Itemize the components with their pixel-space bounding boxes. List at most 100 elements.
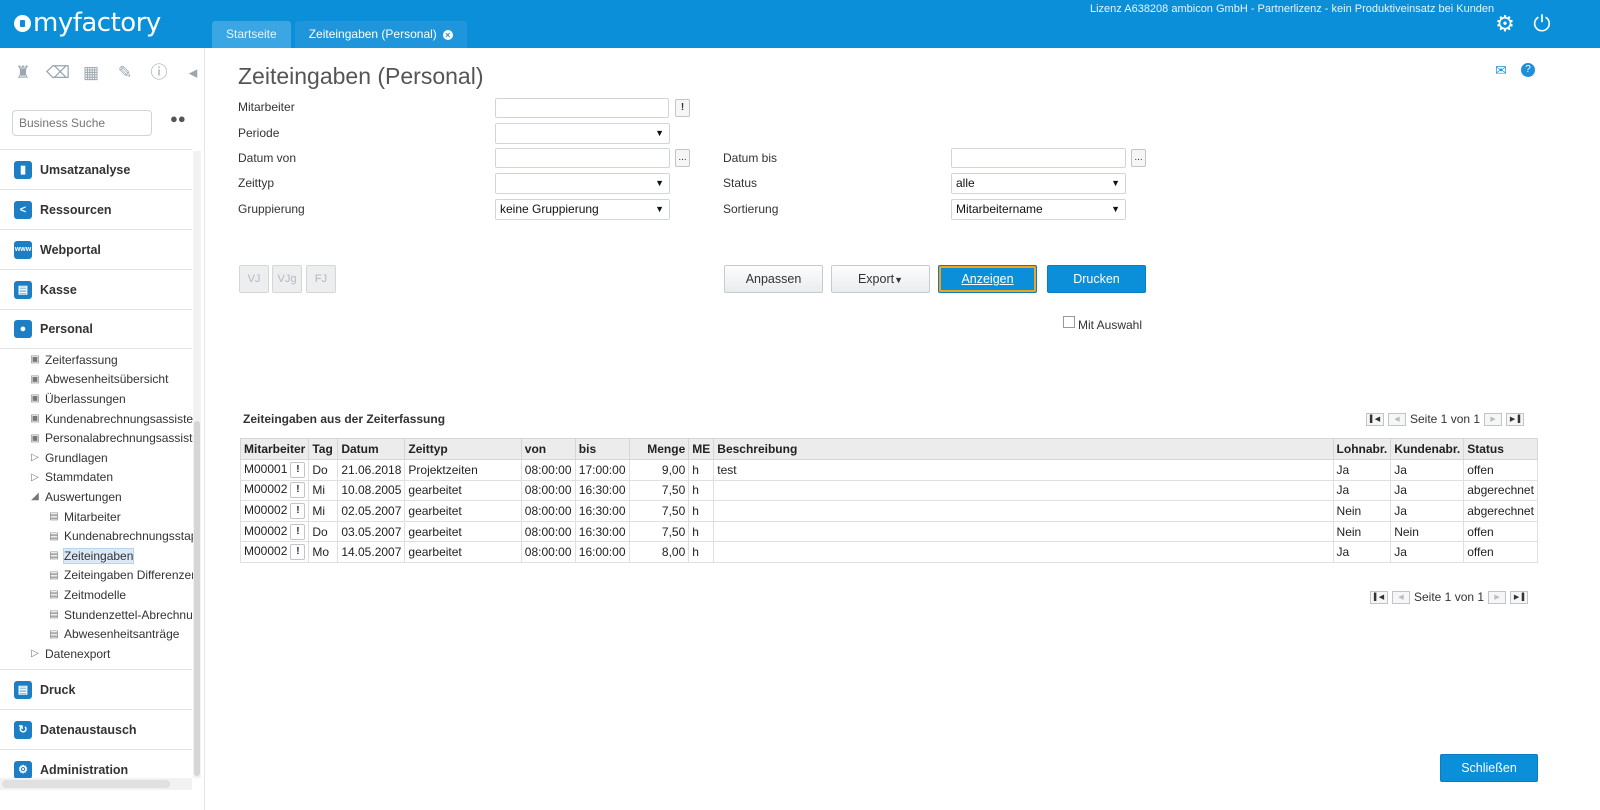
sidebar-hscrollbar[interactable] bbox=[0, 778, 192, 790]
scrollbar-thumb[interactable] bbox=[2, 780, 170, 788]
power-icon[interactable]: ⏻ bbox=[1530, 12, 1554, 36]
sidebar-section-druck[interactable]: ▤ Druck bbox=[0, 669, 192, 709]
schliessen-button[interactable]: Schließen bbox=[1440, 754, 1538, 782]
row-detail-button[interactable]: ! bbox=[290, 482, 306, 499]
gruppierung-select[interactable]: keine Gruppierung ▼ bbox=[495, 199, 670, 220]
sidebar-tree-item[interactable]: ◢ Auswertungen bbox=[0, 487, 194, 507]
sidebar-section-ressourcen[interactable]: < Ressourcen bbox=[0, 189, 192, 229]
sidebar-section-personal[interactable]: ● Personal bbox=[0, 309, 192, 349]
first-page-button[interactable]: ▌◀ bbox=[1370, 590, 1388, 604]
collapse-icon[interactable]: ◂ bbox=[182, 62, 204, 84]
close-icon[interactable]: × bbox=[442, 29, 453, 40]
export-button[interactable]: Export▼ bbox=[831, 265, 930, 293]
sidebar-section-datenaustausch[interactable]: ↻ Datenaustausch bbox=[0, 709, 192, 749]
search-options-icon[interactable]: ●● bbox=[170, 111, 186, 126]
mit-auswahl-checkbox[interactable] bbox=[1063, 316, 1075, 328]
prev-page-button[interactable]: ◀ bbox=[1392, 590, 1410, 604]
sidebar-section-webportal[interactable]: www Webportal bbox=[0, 229, 192, 269]
cell-value: h bbox=[692, 483, 699, 498]
column-header[interactable]: Zeittyp bbox=[404, 438, 522, 460]
sidebar-scrollbar[interactable] bbox=[193, 151, 201, 778]
scrollbar-thumb[interactable] bbox=[194, 421, 200, 776]
sidebar-tree-item[interactable]: ▤ Mitarbeiter bbox=[0, 507, 194, 527]
table-row[interactable]: M00002! Mi 10.08.2005 gearbeitet 08:00:00 16:… bbox=[239, 479, 1538, 502]
calendar-icon[interactable]: ▦ bbox=[80, 62, 102, 84]
share-icon: < bbox=[14, 200, 32, 219]
sidebar-tree-item[interactable]: ▷ Datenexport bbox=[0, 644, 194, 664]
periode-select[interactable]: ▼ bbox=[495, 123, 670, 144]
column-header[interactable]: Menge bbox=[628, 438, 690, 460]
last-page-button[interactable]: ▶▐ bbox=[1506, 412, 1525, 426]
column-header[interactable]: ME bbox=[688, 438, 715, 460]
eraser-icon[interactable]: ⌫ bbox=[46, 62, 70, 84]
prev-page-button[interactable]: ◀ bbox=[1388, 412, 1406, 426]
sortierung-select[interactable]: Mitarbeitername ▼ bbox=[951, 199, 1126, 220]
row-detail-button[interactable]: ! bbox=[290, 523, 306, 540]
column-header[interactable]: bis bbox=[574, 438, 630, 460]
datum-von-picker-button[interactable]: ... bbox=[675, 149, 690, 167]
sidebar-tree-item[interactable]: ▤ Stundenzettel-Abrechnung bbox=[0, 605, 194, 625]
column-header[interactable]: Mitarbeiter bbox=[239, 438, 310, 460]
status-select[interactable]: alle ▼ bbox=[951, 173, 1126, 194]
row-detail-button[interactable]: ! bbox=[290, 502, 306, 519]
datum-von-input[interactable] bbox=[495, 148, 670, 168]
business-search-input[interactable] bbox=[12, 110, 152, 136]
anpassen-button[interactable]: Anpassen bbox=[724, 265, 823, 293]
column-header[interactable]: Datum bbox=[337, 438, 406, 460]
form-icon: ▣ bbox=[30, 432, 40, 444]
sidebar-tree-item[interactable]: ▤ Zeiteingaben Differenzen bbox=[0, 566, 194, 586]
column-header[interactable]: Status bbox=[1463, 438, 1538, 460]
first-page-button[interactable]: ▌◀ bbox=[1366, 412, 1384, 426]
column-header[interactable]: Kundenabr. bbox=[1390, 438, 1465, 460]
drucken-button[interactable]: Drucken bbox=[1047, 265, 1146, 293]
sidebar-tree-item[interactable]: ▣ Personalabrechnungsassistent bbox=[0, 428, 194, 448]
mitarbeiter-lookup-button[interactable]: ! bbox=[675, 99, 690, 117]
column-header[interactable]: Tag bbox=[308, 438, 339, 460]
info-icon[interactable]: ⓘ bbox=[148, 62, 170, 84]
last-page-button[interactable]: ▶▐ bbox=[1510, 590, 1529, 604]
vjg-button[interactable]: VJg bbox=[272, 265, 302, 293]
tree-item-label: Zeiteingaben bbox=[62, 547, 135, 564]
tab-startseite[interactable]: Startseite bbox=[212, 21, 291, 48]
tab-zeiteingaben[interactable]: Zeiteingaben (Personal) × bbox=[294, 21, 467, 48]
table-cell bbox=[713, 520, 1334, 543]
sidebar-tree-item[interactable]: ▤ Kundenabrechnungsstapel bbox=[0, 526, 194, 546]
table-row[interactable]: M00001! Do 21.06.2018 Projektzeiten 08:00:00… bbox=[239, 459, 1538, 481]
mitarbeiter-input[interactable] bbox=[495, 98, 669, 118]
gear-icon[interactable]: ⚙ bbox=[1493, 12, 1517, 36]
sidebar-section-kasse[interactable]: ▤ Kasse bbox=[0, 269, 192, 309]
sidebar-tree-item[interactable]: ▤ Zeitmodelle bbox=[0, 585, 194, 605]
table-row[interactable]: M00002! Do 03.05.2007 gearbeitet 08:00:00 16:… bbox=[239, 520, 1538, 543]
help-icon[interactable]: ? bbox=[1521, 63, 1535, 77]
mail-icon[interactable]: ✉ bbox=[1493, 62, 1509, 78]
tree-item-label: Datenexport bbox=[45, 646, 111, 661]
sidebar-tree: ▣ Zeiterfassung ▣ Abwesenheitsübersicht ▣ Übe… bbox=[0, 350, 194, 664]
column-header[interactable]: Lohnabr. bbox=[1332, 438, 1392, 460]
vj-button[interactable]: VJ bbox=[239, 265, 269, 293]
table-row[interactable]: M00002! Mi 02.05.2007 gearbeitet 08:00:00 16:… bbox=[239, 500, 1538, 522]
datum-bis-picker-button[interactable]: ... bbox=[1131, 149, 1146, 167]
row-detail-button[interactable]: ! bbox=[290, 544, 306, 561]
sidebar-tree-item[interactable]: ▷ Stammdaten bbox=[0, 468, 194, 488]
sidebar-section-umsatzanalyse[interactable]: ▮ Umsatzanalyse bbox=[0, 149, 192, 189]
sidebar-tree-item[interactable]: ▣ Zeiterfassung bbox=[0, 350, 194, 370]
fj-button[interactable]: FJ bbox=[306, 265, 336, 293]
column-header[interactable]: Beschreibung bbox=[713, 438, 1334, 460]
cell-value: 16:30:00 bbox=[578, 503, 626, 518]
sidebar-tree-item[interactable]: ▣ Kundenabrechnungsassistent bbox=[0, 409, 194, 429]
pin-icon[interactable]: ♜ bbox=[12, 62, 34, 84]
next-page-button[interactable]: ▶ bbox=[1484, 412, 1503, 426]
row-detail-button[interactable]: ! bbox=[290, 461, 306, 478]
anzeigen-button[interactable]: Anzeigen bbox=[938, 265, 1037, 293]
notes-icon[interactable]: ✎ bbox=[114, 62, 136, 84]
datum-bis-input[interactable] bbox=[951, 148, 1126, 168]
sidebar-tree-item[interactable]: ▷ Grundlagen bbox=[0, 448, 194, 468]
column-header[interactable]: von bbox=[520, 438, 576, 460]
zeittyp-select[interactable]: ▼ bbox=[495, 173, 670, 194]
next-page-button[interactable]: ▶ bbox=[1488, 590, 1507, 604]
sidebar-tree-item[interactable]: ▤ Abwesenheitsanträge bbox=[0, 624, 194, 644]
sidebar-tree-item[interactable]: ▣ Abwesenheitsübersicht bbox=[0, 370, 194, 390]
sidebar-tree-item[interactable]: ▤ Zeiteingaben bbox=[0, 546, 194, 566]
sidebar-tree-item[interactable]: ▣ Überlassungen bbox=[0, 389, 194, 409]
table-row[interactable]: M00002! Mo 14.05.2007 gearbeitet 08:00:00 16:… bbox=[239, 541, 1538, 563]
